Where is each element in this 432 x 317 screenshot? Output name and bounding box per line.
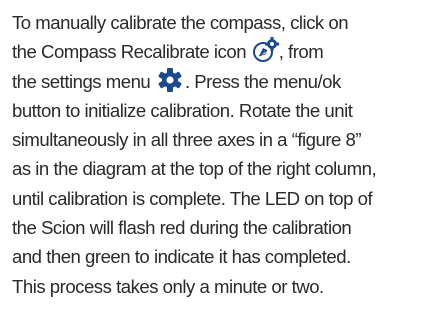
- text-line-2-end: , from: [278, 41, 324, 63]
- text-line-4: button to initialize calibration. Rotate…: [12, 99, 353, 121]
- text-line-5: simultaneously in all three axes in a “f…: [12, 129, 362, 151]
- text-line-9: and then green to indicate it has comple…: [12, 246, 351, 268]
- text-line-7: until calibration is complete. The LED o…: [12, 187, 373, 209]
- text-line-6: as in the diagram at the top of the righ…: [12, 158, 377, 180]
- text-line-3-end: . Press the menu/ok: [184, 70, 341, 92]
- settings-gear-icon: [155, 67, 185, 93]
- compass-recalibrate-icon: [251, 37, 279, 63]
- text-line-3: the settings menu . Press the menu/ok: [12, 67, 426, 96]
- text-line-8: the Scion will flash red during the cali…: [12, 217, 352, 239]
- text-line-10: This process takes only a minute or two.: [12, 275, 324, 297]
- text-line-1: To manually calibrate the compass, click…: [12, 12, 349, 33]
- text-line-2-start: the Compass Recalibrate icon: [12, 41, 251, 63]
- text-line-2: the Compass Recalibrate icon , from: [12, 37, 426, 66]
- text-line-3-start: the settings menu: [12, 70, 155, 92]
- instruction-paragraph: To manually calibrate the compass, click…: [12, 8, 426, 301]
